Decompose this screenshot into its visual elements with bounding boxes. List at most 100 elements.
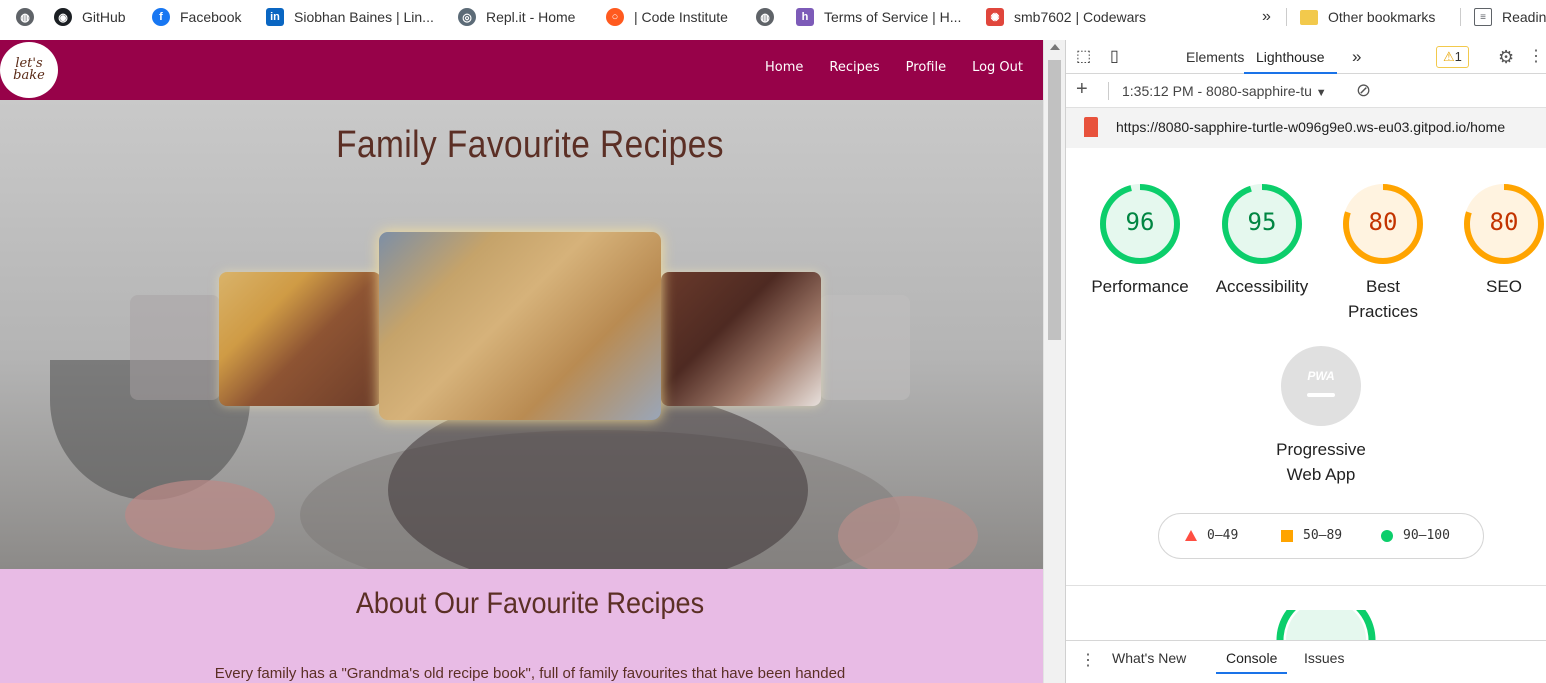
drawer-tab-console[interactable]: Console (1216, 650, 1288, 674)
warning-icon: ⚠ (1443, 49, 1455, 64)
globe-icon: ◍ (16, 8, 34, 26)
legend-average: 50–89 (1281, 528, 1342, 543)
pwa-gauge[interactable]: PWA (1281, 346, 1361, 426)
carousel-image-left[interactable] (219, 272, 381, 406)
new-report-plus-icon[interactable]: + (1076, 78, 1088, 101)
logo-text: let's bake (13, 56, 45, 83)
heroku-icon: h (796, 8, 814, 26)
devtools-tabbar: ⬚ ▯ Elements Lighthouse » ⚠1 ⚙ ⋮ (1066, 40, 1546, 74)
drawer-tab-whats-new[interactable]: What's New (1112, 650, 1186, 666)
nav-profile[interactable]: Profile (906, 60, 946, 75)
divider (1108, 82, 1109, 100)
bookmark-label: smb7602 | Codewars (1014, 9, 1147, 25)
legend-pass: 90–100 (1381, 528, 1450, 543)
website-viewport: let's bake Home Recipes Profile Log Out … (0, 40, 1043, 683)
score-value: 96 (1125, 208, 1155, 236)
score-gauge-accessibility[interactable]: 95 (1220, 182, 1304, 266)
scrollbar-thumb[interactable] (1048, 60, 1061, 340)
bookmark-label: Siobhan Baines | Lin... (294, 9, 434, 25)
bookmark-label: GitHub (82, 9, 126, 25)
bookmark-facebook[interactable]: f Facebook (144, 0, 249, 34)
device-toolbar-icon[interactable]: ▯ (1110, 40, 1119, 74)
lighthouse-url-bar: https://8080-sapphire-turtle-w096g9e0.ws… (1066, 108, 1546, 148)
dropdown-caret-icon: ▼ (1315, 87, 1327, 99)
bookmark-code-institute[interactable]: ○ | Code Institute (598, 0, 736, 34)
report-time-label: 1:35:12 PM - 8080-sapphire-tu (1122, 83, 1312, 99)
nav-logout[interactable]: Log Out (972, 60, 1023, 75)
score-gauge-best-practices[interactable]: 80 (1341, 182, 1425, 266)
legend-fail: 0–49 (1185, 528, 1238, 543)
hero-section: Family Favourite Recipes (0, 100, 1043, 569)
score-gauge-performance[interactable]: 96 (1098, 182, 1182, 266)
bookmark-label: Repl.it - Home (486, 9, 576, 25)
pwa-label-line1: Progressive (1276, 440, 1366, 459)
github-icon: ◉ (54, 8, 72, 26)
bookmark-label: Facebook (180, 9, 242, 25)
divider (1066, 585, 1546, 586)
divider (1460, 8, 1461, 26)
legend-range: 90–100 (1403, 528, 1450, 543)
report-selector[interactable]: 1:35:12 PM - 8080-sapphire-tu ▼ (1122, 83, 1327, 99)
score-label: Accessibility (1215, 277, 1309, 296)
warnings-count: 1 (1454, 49, 1462, 64)
bookmark-globe-2[interactable]: ◍ (748, 0, 792, 34)
reading-list-icon: ≡ (1474, 8, 1492, 26)
codewars-icon: ✺ (986, 8, 1004, 26)
lighthouse-toolbar: + 1:35:12 PM - 8080-sapphire-tu ▼ ⊘ (1066, 74, 1546, 108)
tab-lighthouse[interactable]: Lighthouse (1244, 40, 1337, 74)
more-options-icon[interactable]: ⋮ (1528, 40, 1544, 74)
folder-icon (1300, 9, 1318, 25)
drawer-tab-issues[interactable]: Issues (1304, 650, 1344, 666)
bookmarks-bar: ◍ ◉ GitHub f Facebook in Siobhan Baines … (0, 0, 1546, 34)
bookmark-linkedin[interactable]: in Siobhan Baines | Lin... (258, 0, 442, 34)
bookmark-label: Readin (1502, 9, 1546, 25)
score-gauge-seo[interactable]: 80 (1462, 182, 1546, 266)
reading-list-button[interactable]: ≡ Readin (1466, 0, 1546, 34)
nav-home[interactable]: Home (765, 60, 803, 75)
drawer-menu-icon[interactable]: ⋮ (1080, 650, 1096, 670)
bookmark-codewars[interactable]: ✺ smb7602 | Codewars (978, 0, 1154, 34)
carousel-image-far-right[interactable] (820, 295, 910, 400)
score-value: 80 (1368, 208, 1398, 236)
bookmark-heroku[interactable]: h Terms of Service | H... (788, 0, 969, 34)
bookmarks-overflow-button[interactable]: » (1254, 0, 1279, 34)
clear-reports-icon[interactable]: ⊘ (1356, 80, 1371, 101)
facebook-icon: f (152, 8, 170, 26)
devtools-drawer: ⋮ What's New Console Issues (1066, 640, 1546, 683)
page-scrollbar[interactable] (1043, 40, 1065, 683)
score-label: SEO (1486, 277, 1522, 296)
pwa-label: Progressive Web App (1251, 437, 1391, 487)
globe-icon: ◍ (756, 8, 774, 26)
performance-gauge-partial (1276, 610, 1376, 640)
nav-recipes[interactable]: Recipes (829, 60, 879, 75)
site-logo[interactable]: let's bake (0, 42, 58, 98)
score-label: Best Practices (1348, 277, 1418, 321)
carousel-image-right[interactable] (661, 272, 821, 406)
score-legend: 0–49 50–89 90–100 (1158, 513, 1484, 559)
nav-links: Home Recipes Profile Log Out (765, 60, 1023, 75)
audited-url[interactable]: https://8080-sapphire-turtle-w096g9e0.ws… (1116, 119, 1505, 135)
divider (1286, 8, 1287, 26)
score-value: 80 (1489, 208, 1519, 236)
carousel-image-center[interactable] (379, 232, 661, 420)
carousel-image-far-left[interactable] (130, 295, 220, 400)
lighthouse-icon (1084, 117, 1098, 137)
bookmark-replit[interactable]: ◎ Repl.it - Home (450, 0, 583, 34)
replit-icon: ◎ (458, 8, 476, 26)
legend-range: 50–89 (1303, 528, 1343, 543)
bookmark-other[interactable]: Other bookmarks (1292, 0, 1443, 34)
navbar: let's bake Home Recipes Profile Log Out (0, 40, 1043, 100)
pwa-dash-icon (1307, 393, 1335, 397)
tab-elements[interactable]: Elements (1186, 40, 1244, 74)
more-tabs-button[interactable]: » (1352, 40, 1361, 74)
warnings-badge[interactable]: ⚠1 (1436, 46, 1469, 68)
code-institute-icon: ○ (606, 8, 624, 26)
bookmark-github[interactable]: ◉ GitHub (46, 0, 134, 34)
pwa-label-line2: Web App (1286, 465, 1356, 484)
inspect-element-icon[interactable]: ⬚ (1076, 40, 1091, 74)
orange-square-icon (1281, 529, 1293, 542)
devtools-panel: ⬚ ▯ Elements Lighthouse » ⚠1 ⚙ ⋮ + 1:35:… (1065, 40, 1546, 683)
score-label: Performance (1091, 277, 1189, 296)
settings-gear-icon[interactable]: ⚙ (1498, 40, 1514, 74)
scroll-up-arrow-icon[interactable] (1050, 44, 1060, 50)
